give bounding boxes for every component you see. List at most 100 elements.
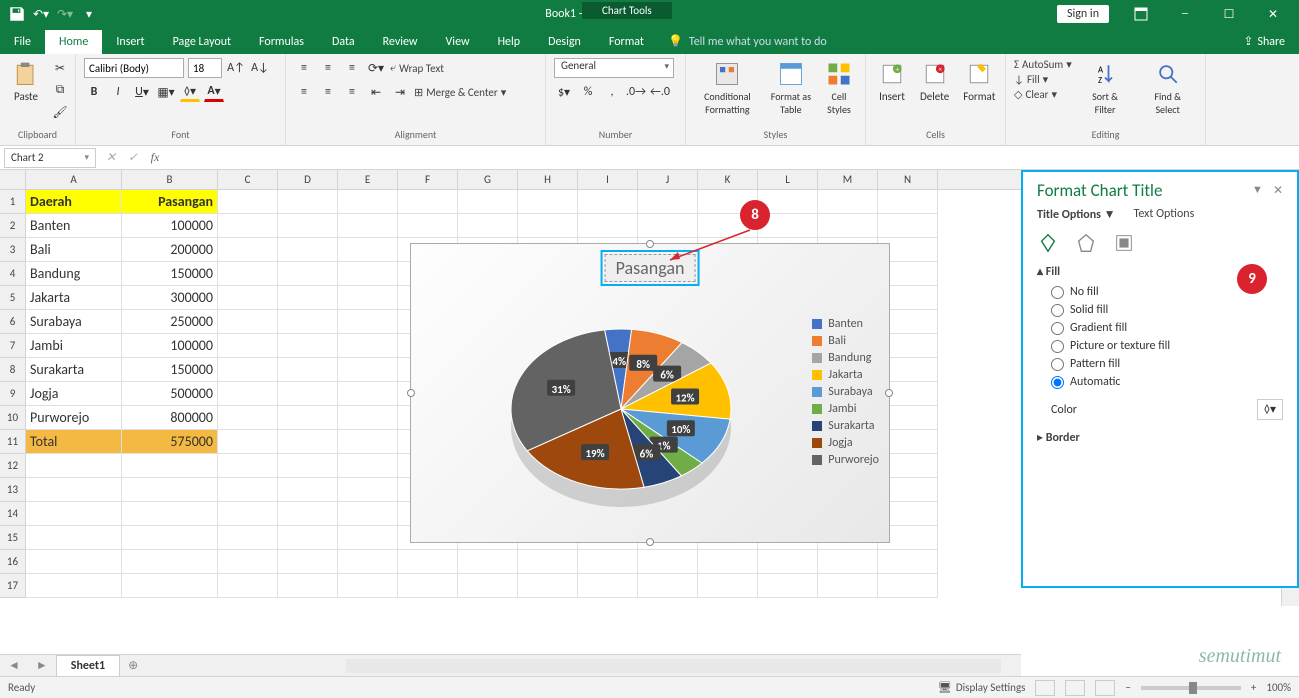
cell[interactable] bbox=[218, 214, 278, 238]
cell[interactable] bbox=[578, 550, 638, 574]
tab-file[interactable]: File bbox=[0, 30, 45, 54]
align-center-icon[interactable]: ≡ bbox=[318, 82, 338, 102]
col-header[interactable]: H bbox=[518, 170, 578, 189]
cell[interactable]: 150000 bbox=[122, 358, 218, 382]
cell[interactable] bbox=[26, 550, 122, 574]
row-header[interactable]: 10 bbox=[0, 406, 26, 430]
col-header[interactable]: G bbox=[458, 170, 518, 189]
legend-item[interactable]: Surabaya bbox=[812, 385, 879, 399]
cell[interactable] bbox=[878, 574, 938, 598]
cell[interactable] bbox=[278, 190, 338, 214]
title-options-tab[interactable]: Title Options ▼ bbox=[1037, 207, 1116, 222]
cell[interactable] bbox=[518, 190, 578, 214]
align-bottom-icon[interactable]: ≡ bbox=[342, 58, 362, 78]
row-header[interactable]: 12 bbox=[0, 454, 26, 478]
cell[interactable]: 500000 bbox=[122, 382, 218, 406]
cell[interactable] bbox=[218, 382, 278, 406]
cell[interactable]: 575000 bbox=[122, 430, 218, 454]
percent-format-icon[interactable]: % bbox=[578, 82, 598, 102]
sheet-tab[interactable]: Sheet1 bbox=[56, 655, 120, 676]
legend-item[interactable]: Bandung bbox=[812, 351, 879, 365]
cell[interactable] bbox=[698, 574, 758, 598]
legend-item[interactable]: Jakarta bbox=[812, 368, 879, 382]
tab-review[interactable]: Review bbox=[369, 30, 432, 54]
cell[interactable] bbox=[278, 238, 338, 262]
cell[interactable]: Jogja bbox=[26, 382, 122, 406]
share-button[interactable]: ⇪ Share bbox=[1229, 29, 1299, 54]
display-settings-button[interactable]: 🖥Display Settings bbox=[938, 681, 1026, 694]
col-header[interactable]: A bbox=[26, 170, 122, 189]
pane-dropdown-icon[interactable]: ▼ bbox=[1252, 183, 1263, 198]
find-select-button[interactable]: Find & Select bbox=[1138, 58, 1197, 118]
fill-button[interactable]: ↓Fill▾ bbox=[1014, 73, 1072, 86]
close-icon[interactable]: ✕ bbox=[1253, 0, 1293, 28]
cell[interactable]: Pasangan bbox=[122, 190, 218, 214]
tab-formulas[interactable]: Formulas bbox=[245, 30, 318, 54]
increase-decimal-icon[interactable]: .0→ bbox=[626, 82, 646, 102]
cell[interactable] bbox=[398, 190, 458, 214]
cell[interactable] bbox=[398, 550, 458, 574]
cell[interactable] bbox=[218, 190, 278, 214]
legend-item[interactable]: Purworejo bbox=[812, 453, 879, 467]
tab-page-layout[interactable]: Page Layout bbox=[159, 30, 245, 54]
tab-design[interactable]: Design bbox=[534, 30, 595, 54]
cell[interactable] bbox=[758, 574, 818, 598]
col-header[interactable]: I bbox=[578, 170, 638, 189]
col-header[interactable]: C bbox=[218, 170, 278, 189]
cell[interactable]: Bandung bbox=[26, 262, 122, 286]
cell[interactable] bbox=[338, 334, 398, 358]
cell[interactable] bbox=[758, 550, 818, 574]
cell[interactable] bbox=[278, 262, 338, 286]
solid-fill-radio[interactable]: Solid fill bbox=[1051, 303, 1283, 317]
cell[interactable] bbox=[578, 214, 638, 238]
cell[interactable] bbox=[818, 190, 878, 214]
decrease-decimal-icon[interactable]: ←.0 bbox=[650, 82, 670, 102]
cell[interactable] bbox=[518, 214, 578, 238]
sheet-nav-next-icon[interactable]: ► bbox=[28, 658, 56, 673]
border-button[interactable]: ▦▾ bbox=[156, 82, 176, 102]
row-header[interactable]: 8 bbox=[0, 358, 26, 382]
cell-styles-button[interactable]: Cell Styles bbox=[821, 58, 857, 118]
cell[interactable]: Daerah bbox=[26, 190, 122, 214]
cell[interactable]: Bali bbox=[26, 238, 122, 262]
cell[interactable]: 250000 bbox=[122, 310, 218, 334]
row-header[interactable]: 9 bbox=[0, 382, 26, 406]
cell[interactable]: Purworejo bbox=[26, 406, 122, 430]
delete-cells-button[interactable]: ×Delete bbox=[916, 58, 953, 105]
col-header[interactable]: B bbox=[122, 170, 218, 189]
cell[interactable] bbox=[278, 406, 338, 430]
align-left-icon[interactable]: ≡ bbox=[294, 82, 314, 102]
cell[interactable] bbox=[218, 550, 278, 574]
text-options-tab[interactable]: Text Options bbox=[1134, 207, 1195, 222]
cell[interactable] bbox=[278, 382, 338, 406]
cell[interactable]: Jambi bbox=[26, 334, 122, 358]
cell[interactable] bbox=[338, 478, 398, 502]
effects-icon[interactable] bbox=[1075, 232, 1097, 254]
pane-close-icon[interactable]: ✕ bbox=[1273, 183, 1283, 198]
page-layout-view-icon[interactable] bbox=[1065, 680, 1085, 696]
tab-format[interactable]: Format bbox=[595, 30, 658, 54]
cell[interactable] bbox=[638, 550, 698, 574]
cell[interactable] bbox=[338, 262, 398, 286]
cell[interactable] bbox=[278, 334, 338, 358]
cell[interactable] bbox=[122, 478, 218, 502]
conditional-formatting-button[interactable]: Conditional Formatting bbox=[694, 58, 761, 118]
cell[interactable] bbox=[578, 574, 638, 598]
cell[interactable] bbox=[458, 574, 518, 598]
cell[interactable] bbox=[458, 214, 518, 238]
cell[interactable]: 100000 bbox=[122, 334, 218, 358]
orientation-icon[interactable]: ⟳▾ bbox=[366, 58, 386, 78]
col-header[interactable]: L bbox=[758, 170, 818, 189]
legend-item[interactable]: Surakarta bbox=[812, 419, 879, 433]
picture-fill-radio[interactable]: Picture or texture fill bbox=[1051, 339, 1283, 353]
cell[interactable]: Banten bbox=[26, 214, 122, 238]
zoom-level[interactable]: 100% bbox=[1266, 681, 1291, 694]
align-top-icon[interactable]: ≡ bbox=[294, 58, 314, 78]
number-format-combo[interactable]: General bbox=[554, 58, 674, 78]
fx-icon[interactable]: fx bbox=[144, 150, 166, 165]
row-header[interactable]: 6 bbox=[0, 310, 26, 334]
comma-format-icon[interactable]: , bbox=[602, 82, 622, 102]
decrease-font-icon[interactable]: A↓ bbox=[250, 58, 270, 78]
cell[interactable] bbox=[338, 190, 398, 214]
row-header[interactable]: 7 bbox=[0, 334, 26, 358]
